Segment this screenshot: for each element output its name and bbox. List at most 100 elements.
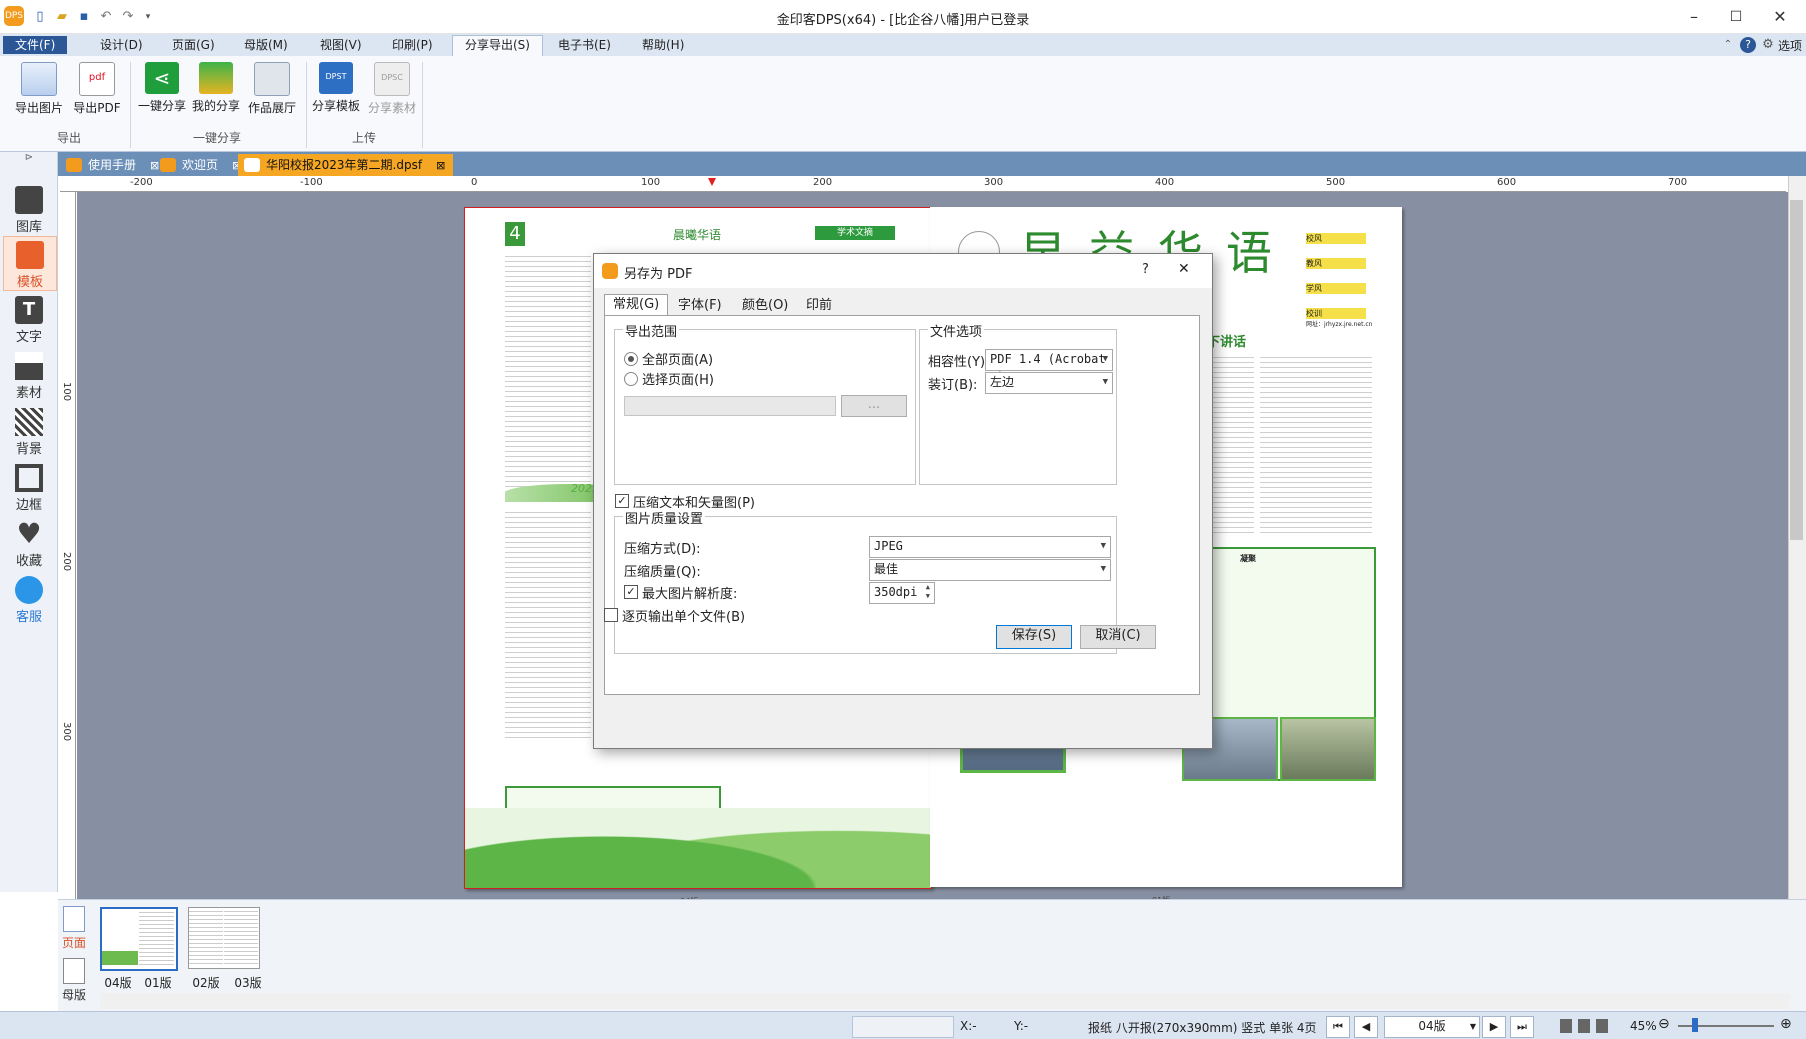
- compress-method-select[interactable]: JPEG ▼: [869, 536, 1111, 558]
- export-pdf-button[interactable]: pdf 导出PDF: [69, 60, 125, 116]
- all-pages-radio[interactable]: [624, 352, 638, 366]
- tab-fonts[interactable]: 字体(F): [670, 296, 730, 316]
- horizontal-scrollbar[interactable]: [100, 993, 1790, 1009]
- photo: [1280, 717, 1376, 781]
- menu-print[interactable]: 印刷(P): [380, 36, 445, 54]
- single-file-checkbox[interactable]: [604, 608, 618, 622]
- spread-thumbnail-04-01[interactable]: [100, 907, 178, 971]
- tab-welcome[interactable]: 欢迎页 ⊠: [154, 154, 249, 176]
- all-pages-label[interactable]: 全部页面(A): [642, 349, 713, 368]
- max-resolution-spinner[interactable]: 350dpi ▲ ▼: [869, 582, 935, 604]
- material-mountain-icon: [15, 352, 43, 380]
- selected-pages-label[interactable]: 选择页面(H): [642, 369, 714, 388]
- view-mode-icons[interactable]: [1560, 1019, 1614, 1033]
- my-share-icon: [199, 62, 233, 94]
- save-button[interactable]: 保存(S): [996, 625, 1072, 649]
- maximize-button[interactable]: ☐: [1716, 4, 1756, 30]
- panel-favorites-button[interactable]: ♥ 收藏: [3, 516, 55, 570]
- tab-general[interactable]: 常规(G): [604, 294, 669, 317]
- settings-gear-icon[interactable]: ⚙: [1760, 37, 1776, 53]
- panel-gallery-button[interactable]: 图库: [3, 182, 55, 235]
- binding-select[interactable]: 左边 ▼: [985, 372, 1113, 394]
- menu-file[interactable]: 文件(F): [3, 36, 68, 54]
- spread-thumbnail-02-03[interactable]: [188, 907, 260, 969]
- zoom-out-icon[interactable]: ⊖: [1658, 1016, 1670, 1032]
- previous-page-button[interactable]: ◀: [1354, 1016, 1378, 1038]
- max-resolution-label[interactable]: 最大图片解析度:: [642, 583, 737, 602]
- horizontal-ruler: -200 -100 0 100 200 300 400 500 600 700: [60, 176, 1786, 192]
- ruler-tick: 300: [61, 722, 72, 742]
- cancel-button[interactable]: 取消(C): [1080, 625, 1156, 649]
- dialog-help-button[interactable]: ?: [1142, 262, 1149, 277]
- dps-logo-icon: [66, 158, 82, 172]
- page-icon: [63, 906, 85, 932]
- file-options-legend: 文件选项: [928, 321, 985, 340]
- single-file-label[interactable]: 逐页输出单个文件(B): [622, 606, 745, 625]
- panel-expand-icon[interactable]: ⊳: [3, 152, 55, 163]
- master-view-button[interactable]: 母版: [60, 958, 88, 1003]
- one-click-share-button[interactable]: ⋖ 一键分享: [134, 60, 190, 114]
- document-info: 报纸 八开报(270x390mm) 竖式 单张 4页: [1088, 1021, 1317, 1035]
- tab-document[interactable]: 华阳校报2023年第二期.dpsf ⊠: [238, 154, 454, 176]
- compress-text-checkbox[interactable]: ✓: [615, 494, 629, 508]
- panel-border-button[interactable]: 边框: [3, 460, 55, 513]
- compat-select[interactable]: PDF 1.4 (Acrobat 5)▼: [985, 349, 1113, 384]
- menu-design[interactable]: 设计(D): [88, 36, 155, 54]
- compress-quality-label: 压缩质量(Q):: [624, 565, 701, 580]
- ruler-tick: 200: [61, 552, 72, 572]
- thumbnail-page: [139, 909, 174, 965]
- panel-material-button[interactable]: 素材: [3, 348, 55, 401]
- page-select[interactable]: 04版 ▼: [1384, 1016, 1480, 1038]
- cursor-x: X:-: [960, 1019, 977, 1033]
- panel-template-button[interactable]: 模板: [3, 236, 57, 291]
- last-page-button[interactable]: ⏭: [1510, 1016, 1534, 1038]
- my-share-button[interactable]: 我的分享: [188, 60, 244, 114]
- thumbnail-label: 02版: [192, 976, 220, 990]
- spinner-arrows-icon[interactable]: ▲ ▼: [926, 583, 930, 601]
- selected-pages-radio[interactable]: [624, 372, 638, 386]
- compress-quality-value: 最佳: [874, 562, 899, 576]
- menu-help[interactable]: 帮助(H): [630, 36, 696, 54]
- menu-view[interactable]: 视图(V): [308, 36, 374, 54]
- dialog-close-button[interactable]: ✕: [1178, 261, 1190, 277]
- next-page-button[interactable]: ▶: [1482, 1016, 1506, 1038]
- first-page-button[interactable]: ⏮: [1326, 1016, 1350, 1038]
- menu-page[interactable]: 页面(G): [160, 36, 227, 54]
- menu-master[interactable]: 母版(M): [232, 36, 300, 54]
- menu-share-export[interactable]: 分享导出(S): [452, 35, 543, 57]
- left-page-tag: 学术文摘: [815, 226, 895, 240]
- thumbnail-page: [102, 909, 138, 965]
- collapse-ribbon-icon[interactable]: ⌃: [1720, 37, 1736, 53]
- panel-background-button[interactable]: 背景: [3, 404, 55, 457]
- pages-view-button[interactable]: 页面: [60, 906, 88, 951]
- ruler-tick: 700: [1668, 177, 1688, 188]
- tab-colors[interactable]: 颜色(O): [734, 296, 796, 316]
- zoom-slider-handle[interactable]: [1692, 1018, 1698, 1032]
- page-range-browse-button[interactable]: ...: [841, 395, 907, 417]
- panel-support-button[interactable]: 客服: [3, 572, 55, 625]
- compress-quality-select[interactable]: 最佳 ▼: [869, 559, 1111, 581]
- options-label[interactable]: 选项: [1778, 37, 1802, 54]
- tab-prepress[interactable]: 印前: [798, 296, 840, 316]
- share-material-button[interactable]: DPSC 分享素材: [364, 60, 420, 116]
- thumbnail-page: [189, 908, 223, 966]
- tab-close-icon[interactable]: ⊠: [436, 159, 445, 172]
- panel-text-button[interactable]: T 文字: [3, 292, 55, 345]
- export-image-button[interactable]: 导出图片: [11, 60, 67, 116]
- left-tool-panel: ⊳ 图库 模板 T 文字 素材 背景 边框 ♥ 收藏 客服: [0, 152, 58, 892]
- window-close-button[interactable]: ✕: [1760, 4, 1800, 30]
- tab-manual[interactable]: 使用手册 ⊠: [60, 154, 167, 176]
- thumbnail-page: [224, 908, 258, 966]
- menu-ebook[interactable]: 电子书(E): [546, 36, 623, 54]
- vertical-scroll-thumb[interactable]: [1790, 200, 1803, 540]
- zoom-in-icon[interactable]: ⊕: [1780, 1016, 1792, 1032]
- page-select-value: 04版: [1418, 1019, 1446, 1033]
- ribbon-separator: [422, 62, 423, 148]
- page-range-input[interactable]: [624, 396, 836, 416]
- ruler-tick: 600: [1497, 177, 1517, 188]
- share-template-button[interactable]: DPST 分享模板: [308, 60, 364, 114]
- help-icon[interactable]: ?: [1740, 37, 1756, 53]
- gallery-button[interactable]: 作品展厅: [244, 60, 300, 116]
- max-resolution-checkbox[interactable]: ✓: [624, 585, 638, 599]
- minimize-button[interactable]: –: [1674, 4, 1714, 30]
